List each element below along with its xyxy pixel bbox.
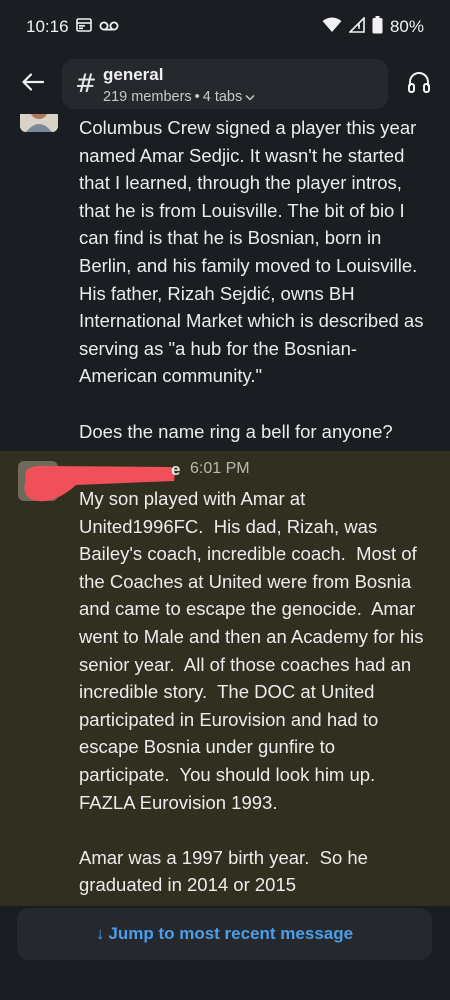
avatar[interactable] <box>20 114 58 132</box>
channel-info-button[interactable]: # general 219 members • 4 tabs <box>62 59 388 109</box>
meta-separator: • <box>194 89 200 105</box>
battery-level: 80% <box>389 17 424 36</box>
channel-name: general <box>103 65 164 84</box>
arrow-down-icon: ↓ <box>95 924 105 943</box>
signal-icon <box>348 15 365 38</box>
status-bar: 10:16 80% <box>0 0 450 54</box>
channel-meta: 219 members • 4 tabs <box>103 89 255 105</box>
wifi-icon <box>322 17 342 38</box>
tab-count: 4 tabs <box>202 89 243 105</box>
back-button[interactable] <box>18 69 48 99</box>
channel-hash-icon: # <box>75 69 97 99</box>
sender-name-visible: e <box>171 460 181 479</box>
notification-card-icon <box>75 17 92 37</box>
message-item[interactable]: Columbus Crew signed a player this year … <box>0 114 450 451</box>
message-text: My son played with Amar at United1996FC.… <box>79 488 424 896</box>
jump-label: Jump to most recent message <box>108 924 354 943</box>
message-item-highlighted[interactable]: e 6:01 PM My son played with Amar at Uni… <box>0 451 450 906</box>
headphones-icon <box>407 71 431 98</box>
voicemail-icon <box>99 17 119 37</box>
message-text: Columbus Crew signed a player this year … <box>79 117 424 442</box>
battery-icon <box>372 15 383 39</box>
message-timestamp: 6:01 PM <box>190 460 250 477</box>
member-count: 219 members <box>103 89 192 105</box>
status-time: 10:16 <box>26 17 69 36</box>
chevron-down-icon <box>245 89 255 105</box>
bottom-spacer <box>0 960 450 1000</box>
sender-name[interactable]: e <box>79 460 180 480</box>
channel-header: # general 219 members • 4 tabs <box>0 54 450 114</box>
huddle-button[interactable] <box>404 69 434 99</box>
back-arrow-icon <box>22 72 45 96</box>
jump-to-recent-button[interactable]: ↓ Jump to most recent message <box>17 908 432 960</box>
